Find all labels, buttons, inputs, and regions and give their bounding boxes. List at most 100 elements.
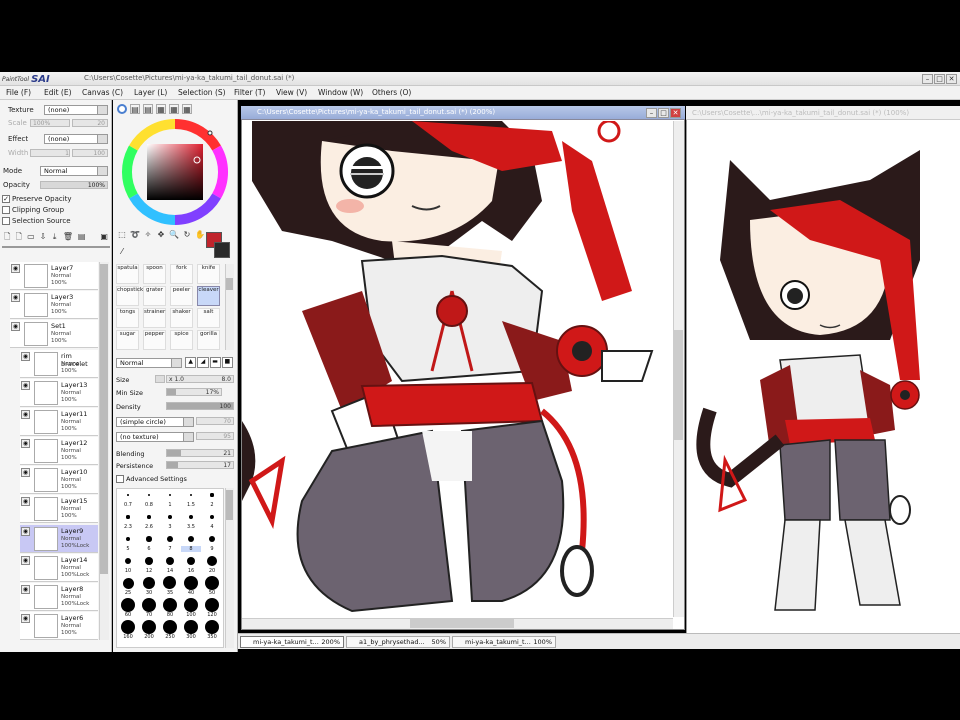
brush-fork[interactable]: fork bbox=[170, 264, 193, 284]
doc-tab-2[interactable]: a1_by_phrysethad... 50% bbox=[346, 636, 450, 648]
clipping-group-checkbox[interactable]: Clipping Group bbox=[2, 206, 64, 214]
opacity-slider[interactable]: 100% bbox=[40, 181, 108, 189]
visibility-eye-icon[interactable]: ◉ bbox=[21, 497, 30, 506]
persistence-slider[interactable]: 17 bbox=[166, 461, 234, 469]
size-dot[interactable] bbox=[208, 535, 216, 543]
palette-icon[interactable]: ▦ bbox=[182, 104, 192, 114]
canvas-artwork[interactable] bbox=[242, 121, 672, 618]
visibility-eye-icon[interactable]: ◉ bbox=[11, 264, 20, 273]
layer-scroll-thumb[interactable] bbox=[100, 264, 108, 574]
size-dot[interactable] bbox=[205, 576, 219, 590]
brush-salt[interactable]: salt bbox=[197, 308, 220, 328]
layer-item[interactable]: ◉ Layer10 Normal 100% bbox=[20, 466, 98, 494]
size-dot[interactable] bbox=[125, 536, 131, 542]
size-dot[interactable] bbox=[142, 598, 156, 612]
size-dot[interactable] bbox=[165, 556, 175, 566]
size-dot[interactable] bbox=[142, 620, 156, 634]
size-dot[interactable] bbox=[163, 620, 177, 634]
size-dot[interactable] bbox=[147, 515, 151, 519]
zoom-icon[interactable]: 🔍 bbox=[169, 230, 179, 240]
magic-wand-icon[interactable]: ✧ bbox=[143, 230, 153, 240]
menu-layer[interactable]: Layer (L) bbox=[134, 88, 167, 97]
brush-spice[interactable]: spice bbox=[170, 330, 193, 350]
texture-select[interactable]: (none) bbox=[44, 105, 108, 115]
size-dot[interactable] bbox=[126, 515, 130, 519]
layer-item[interactable]: ◉ Layer13 Normal 100% bbox=[20, 379, 98, 407]
close-button[interactable]: ✕ bbox=[946, 74, 957, 84]
menu-canvas[interactable]: Canvas (C) bbox=[82, 88, 123, 97]
brush-blend-select[interactable]: Normal bbox=[116, 358, 182, 368]
advanced-settings-toggle[interactable]: Advanced Settings bbox=[116, 475, 187, 483]
selection-source-checkbox[interactable]: Selection Source bbox=[2, 217, 71, 225]
size-dot[interactable] bbox=[121, 598, 135, 612]
size-dot[interactable] bbox=[187, 535, 195, 543]
menu-filter[interactable]: Filter (T) bbox=[234, 88, 265, 97]
size-mult-dropdown[interactable] bbox=[155, 375, 165, 383]
scratchpad-icon[interactable]: ▦ bbox=[169, 104, 179, 114]
size-dot[interactable] bbox=[145, 557, 153, 565]
layer-item[interactable]: ◉ Layer3 Normal 100% bbox=[10, 291, 98, 319]
rotate-icon[interactable]: ↻ bbox=[182, 230, 192, 240]
size-dot[interactable] bbox=[146, 536, 152, 542]
doc-tab-1[interactable]: mi-ya-ka_takumi_t... 200% bbox=[240, 636, 344, 648]
size-dot[interactable] bbox=[142, 576, 156, 590]
color-wheel-mode-icon[interactable] bbox=[117, 104, 127, 114]
menu-selection[interactable]: Selection (S) bbox=[178, 88, 226, 97]
min-size-slider[interactable]: 17% bbox=[166, 388, 222, 396]
mask-icon[interactable]: ▣ bbox=[100, 232, 108, 242]
width-slider[interactable]: 1 bbox=[30, 149, 70, 157]
brush-scroll-thumb[interactable] bbox=[226, 278, 233, 290]
size-scroll-thumb[interactable] bbox=[226, 490, 233, 520]
layer-item[interactable]: ◉ Layer8 Normal 100%Lock bbox=[20, 583, 98, 611]
brush-strainer[interactable]: strainer bbox=[143, 308, 166, 328]
brush-sugar[interactable]: sugar bbox=[116, 330, 139, 350]
visibility-eye-icon[interactable]: ◉ bbox=[21, 352, 30, 361]
texture-strength[interactable]: 95 bbox=[196, 432, 234, 440]
scale-slider[interactable]: 100% bbox=[30, 119, 70, 127]
preserve-opacity-checkbox[interactable]: ✓ Preserve Opacity bbox=[2, 195, 72, 203]
brush-pepper[interactable]: pepper bbox=[143, 330, 166, 350]
visibility-eye-icon[interactable]: ◉ bbox=[21, 556, 30, 565]
canvas-h-scroll-thumb[interactable] bbox=[410, 619, 514, 628]
size-slider[interactable]: x 1.0 8.0 bbox=[166, 375, 234, 383]
new-linework-icon[interactable]: 🗋 bbox=[16, 232, 23, 242]
canvas-maximize-button[interactable]: □ bbox=[658, 108, 669, 118]
maximize-button[interactable]: □ bbox=[934, 74, 945, 84]
size-dot[interactable] bbox=[148, 494, 150, 496]
size-dot[interactable] bbox=[188, 514, 194, 520]
canvas-v-scroll-thumb[interactable] bbox=[674, 330, 683, 440]
rect-select-icon[interactable]: ⬚ bbox=[117, 230, 127, 240]
size-dot[interactable] bbox=[189, 493, 193, 497]
layer-item[interactable]: ◉ Layer11 Normal 100% bbox=[20, 408, 98, 436]
size-dot[interactable] bbox=[210, 493, 214, 497]
new-folder-icon[interactable]: ▭ bbox=[27, 232, 35, 242]
menu-edit[interactable]: Edit (E) bbox=[44, 88, 72, 97]
brush-scrollbar[interactable] bbox=[225, 264, 234, 350]
size-dot[interactable] bbox=[209, 514, 215, 520]
blend-mode-select[interactable]: Normal bbox=[40, 166, 108, 176]
size-dot[interactable] bbox=[186, 556, 196, 566]
brush-spoon[interactable]: spoon bbox=[143, 264, 166, 284]
size-dot[interactable] bbox=[207, 556, 217, 566]
size-dot[interactable] bbox=[163, 598, 177, 612]
shape-flat-icon[interactable]: ▬ bbox=[209, 357, 221, 368]
layer-item[interactable]: ◉ Layer12 Normal 100% bbox=[20, 437, 98, 465]
visibility-eye-icon[interactable]: ◉ bbox=[21, 527, 30, 536]
hand-icon[interactable]: ✋ bbox=[195, 230, 205, 240]
size-dot[interactable] bbox=[205, 620, 219, 634]
minimize-button[interactable]: – bbox=[922, 74, 933, 84]
swatch-icon[interactable]: ▦ bbox=[156, 104, 166, 114]
size-dot[interactable] bbox=[168, 515, 172, 519]
size-dot[interactable] bbox=[184, 620, 198, 634]
lasso-icon[interactable]: ➰ bbox=[130, 230, 140, 240]
visibility-eye-icon[interactable]: ◉ bbox=[21, 614, 30, 623]
visibility-eye-icon[interactable]: ◉ bbox=[21, 585, 30, 594]
layer-item[interactable]: ◉ Layer7 Normal 100% bbox=[10, 262, 98, 290]
size-dot[interactable] bbox=[163, 576, 177, 590]
brush-shape-select[interactable]: (simple circle) bbox=[116, 417, 194, 427]
canvas-minimize-button[interactable]: – bbox=[646, 108, 657, 118]
merge-down-icon[interactable]: ⤓ bbox=[51, 232, 58, 242]
brush-peeler[interactable]: peeler bbox=[170, 286, 193, 306]
blending-slider[interactable]: 21 bbox=[166, 449, 234, 457]
rgb-slider-icon[interactable]: ▤ bbox=[130, 104, 140, 114]
